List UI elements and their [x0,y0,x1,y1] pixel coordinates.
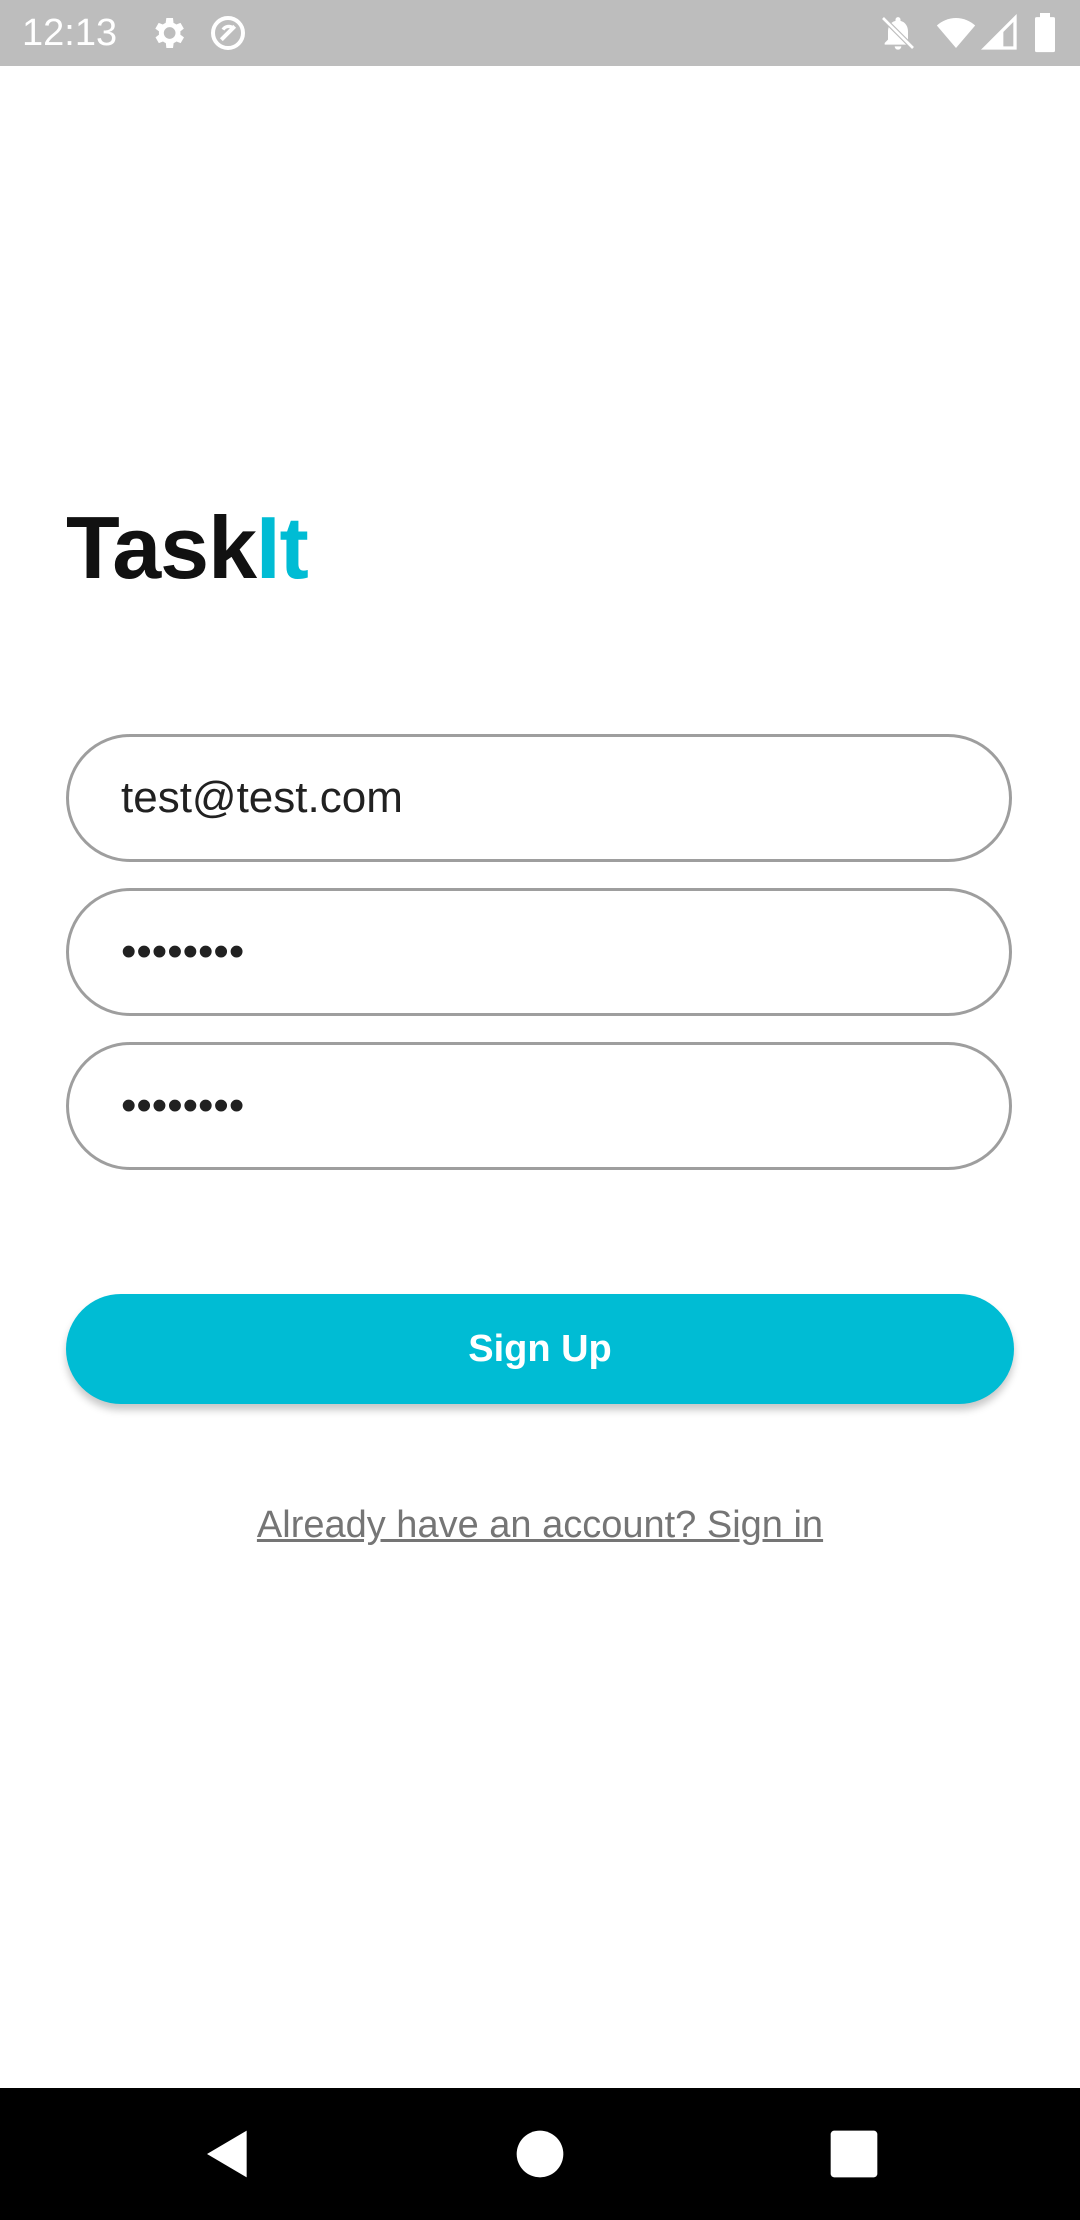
logo-text-it: It [256,498,309,597]
confirm-password-input[interactable] [121,1045,981,1167]
settings-icon [148,13,188,53]
status-bar: 12:13 [0,0,1080,66]
app-logo: TaskIt [66,498,309,598]
signup-button[interactable]: Sign Up [66,1294,1014,1404]
email-input[interactable] [121,737,981,859]
password-field[interactable] [66,888,1012,1016]
home-icon[interactable] [512,2126,568,2182]
sync-off-icon [208,13,248,53]
wifi-icon [936,13,976,53]
recents-icon[interactable] [826,2126,882,2182]
battery-icon [1030,13,1060,53]
status-time: 12:13 [22,12,118,54]
signal-icon [980,13,1020,53]
password-input[interactable] [121,891,981,1013]
signin-link[interactable]: Already have an account? Sign in [0,1500,1080,1550]
back-icon[interactable] [200,2126,256,2182]
email-field[interactable] [66,734,1012,862]
confirm-password-field[interactable] [66,1042,1012,1170]
logo-text-task: Task [66,498,257,597]
notifications-off-icon [878,13,918,53]
navigation-bar [0,2088,1080,2220]
